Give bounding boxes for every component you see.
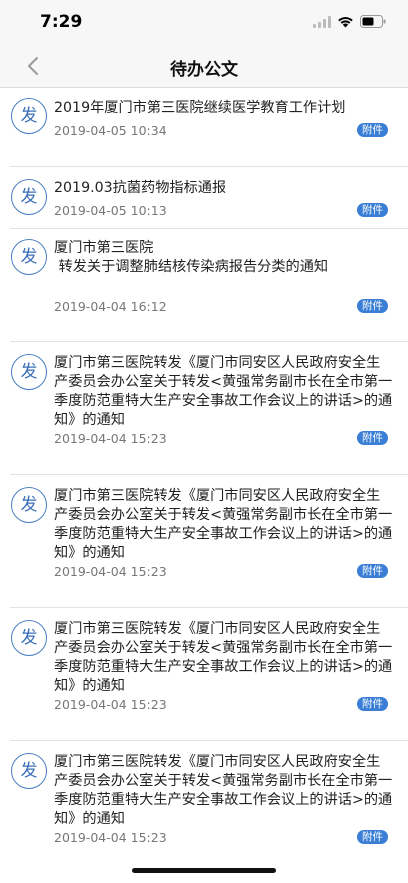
dispatch-badge-icon: 发 — [11, 239, 47, 275]
item-title: 2019年厦门市第三医院继续医学教育工作计划 — [54, 100, 346, 116]
navigation-bar: 待办公文 — [0, 44, 408, 88]
attachment-badge[interactable]: 附件 — [357, 123, 388, 137]
wifi-icon — [338, 16, 353, 27]
attachment-badge[interactable]: 附件 — [357, 431, 388, 445]
list-item[interactable]: 发 厦门市第三医院 转发关于调整肺结核传染病报告分类的通知 2019-04-04… — [0, 229, 408, 342]
item-title: 2019.03抗菌药物指标通报 — [54, 180, 227, 196]
attachment-badge[interactable]: 附件 — [357, 203, 388, 217]
item-date: 2019-04-05 10:13 — [54, 203, 167, 218]
item-date: 2019-04-04 15:23 — [54, 697, 167, 712]
dispatch-badge-icon: 发 — [11, 98, 47, 134]
list-item[interactable]: 发 厦门市第三医院转发《厦门市同安区人民政府安全生产委员会办公室关于转发<黄强常… — [0, 475, 408, 608]
status-time: 7:29 — [40, 12, 83, 32]
item-date: 2019-04-04 15:23 — [54, 431, 167, 446]
attachment-badge[interactable]: 附件 — [357, 830, 388, 844]
item-date: 2019-04-04 15:23 — [54, 564, 167, 579]
item-title: 厦门市第三医院转发《厦门市同安区人民政府安全生产委员会办公室关于转发<黄强常务副… — [54, 488, 393, 561]
signal-icon — [313, 15, 331, 28]
list-item[interactable]: 发 2019年厦门市第三医院继续医学教育工作计划 2019-04-05 10:3… — [0, 88, 408, 167]
dispatch-badge-icon: 发 — [11, 620, 47, 656]
attachment-badge[interactable]: 附件 — [357, 697, 388, 711]
list-item[interactable]: 发 厦门市第三医院转发《厦门市同安区人民政府安全生产委员会办公室关于转发<黄强常… — [0, 342, 408, 475]
dispatch-badge-icon: 发 — [11, 753, 47, 789]
item-title: 厦门市第三医院转发《厦门市同安区人民政府安全生产委员会办公室关于转发<黄强常务副… — [54, 754, 393, 827]
dispatch-badge-icon: 发 — [11, 487, 47, 523]
status-icons — [313, 15, 386, 28]
item-title: 厦门市第三医院 转发关于调整肺结核传染病报告分类的通知 — [54, 240, 329, 275]
attachment-badge[interactable]: 附件 — [357, 564, 388, 578]
item-date: 2019-04-05 10:34 — [54, 123, 167, 138]
status-bar: 7:29 — [0, 0, 408, 44]
dispatch-badge-icon: 发 — [11, 354, 47, 390]
home-indicator[interactable] — [132, 868, 276, 873]
page-title: 待办公文 — [170, 60, 238, 80]
list-item[interactable]: 发 厦门市第三医院转发《厦门市同安区人民政府安全生产委员会办公室关于转发<黄强常… — [0, 608, 408, 741]
item-date: 2019-04-04 16:12 — [54, 299, 167, 314]
dispatch-badge-icon: 发 — [11, 179, 47, 215]
item-date: 2019-04-04 15:23 — [54, 830, 167, 845]
list-item[interactable]: 发 2019.03抗菌药物指标通报 2019-04-05 10:13 附件 — [0, 167, 408, 229]
list-item[interactable]: 发 厦门市第三医院转发《厦门市同安区人民政府安全生产委员会办公室关于转发<黄强常… — [0, 741, 408, 866]
item-title: 厦门市第三医院转发《厦门市同安区人民政府安全生产委员会办公室关于转发<黄强常务副… — [54, 355, 393, 428]
battery-icon — [360, 15, 386, 28]
item-title: 厦门市第三医院转发《厦门市同安区人民政府安全生产委员会办公室关于转发<黄强常务副… — [54, 621, 393, 694]
attachment-badge[interactable]: 附件 — [357, 299, 388, 313]
